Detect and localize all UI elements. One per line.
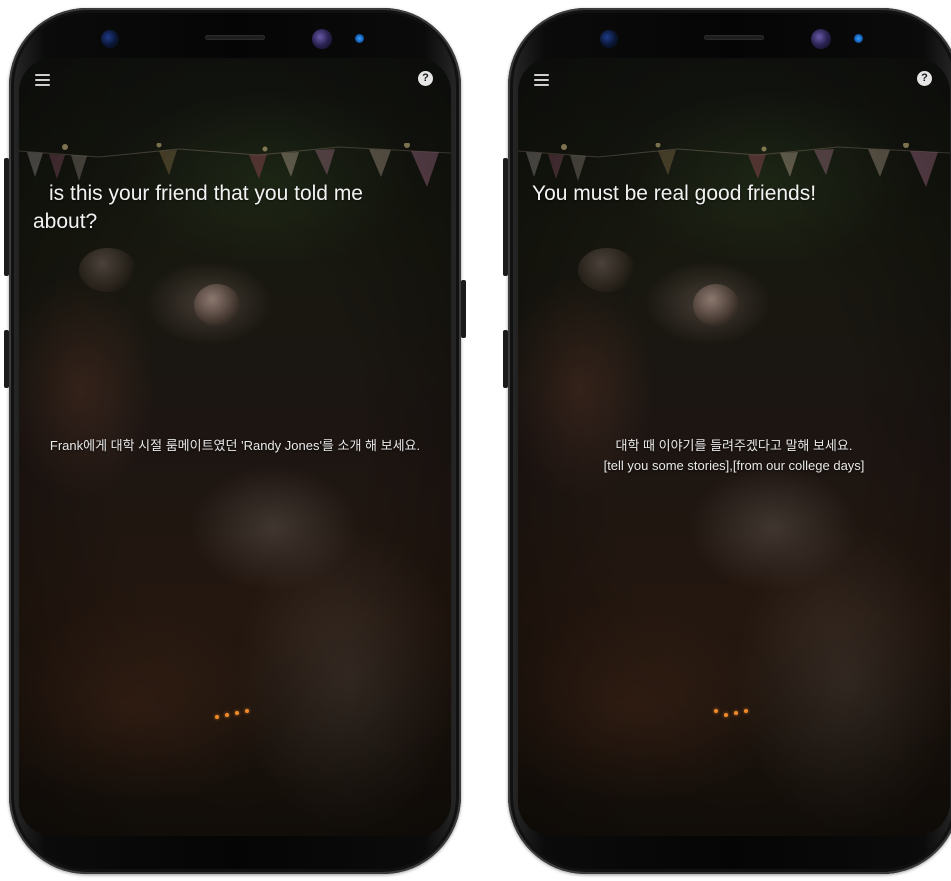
question-mark-icon[interactable]: ? <box>418 71 433 86</box>
earpiece-speaker <box>205 35 265 40</box>
paper-lantern <box>79 248 137 292</box>
ai-prompt-text: You must be real good friends! <box>532 182 817 205</box>
hamburger-menu-icon[interactable] <box>35 74 50 86</box>
front-camera <box>312 29 332 49</box>
proximity-sensor <box>101 30 119 48</box>
instruction-korean: 대학 때 이야기를 들려주겠다고 말해 보세요. <box>615 438 853 453</box>
app-screen: ? is this your friend that you told me a… <box>19 58 451 836</box>
loading-dot <box>734 711 738 715</box>
loading-dot <box>714 709 718 713</box>
volume-button <box>4 158 9 276</box>
ai-prompt-text: is this your friend that you told me abo… <box>33 182 363 233</box>
loading-dot <box>215 715 219 719</box>
loading-dot <box>744 709 748 713</box>
loading-dot <box>225 713 229 717</box>
proximity-sensor <box>600 30 618 48</box>
iris-sensor <box>854 34 863 43</box>
app-screen: ? You must be real good friends! 대학 때 이야… <box>518 58 950 836</box>
instruction-text: Frank에게 대학 시절 룸메이트였던 'Randy Jones'를 소개 해… <box>43 436 427 456</box>
phone-left: ? is this your friend that you told me a… <box>4 8 466 874</box>
instruction-hint: [tell you some stories],[from our colleg… <box>603 458 865 473</box>
bixby-button <box>503 330 508 388</box>
earpiece-speaker <box>704 35 764 40</box>
paper-lantern <box>693 284 739 326</box>
paper-lantern <box>578 248 636 292</box>
loading-dot <box>245 709 249 713</box>
iris-sensor <box>355 34 364 43</box>
power-button <box>461 280 466 338</box>
hamburger-menu-icon[interactable] <box>534 74 549 86</box>
instruction-text: 대학 때 이야기를 들려주겠다고 말해 보세요. [tell you some … <box>542 436 926 476</box>
loading-dot <box>724 713 728 717</box>
front-camera <box>811 29 831 49</box>
phone-mockup-comparison: ? is this your friend that you told me a… <box>0 0 951 881</box>
bixby-button <box>4 330 9 388</box>
instruction-korean: Frank에게 대학 시절 룸메이트였던 'Randy Jones'를 소개 해… <box>49 438 421 453</box>
volume-button <box>503 158 508 276</box>
phone-right: ? You must be real good friends! 대학 때 이야… <box>503 8 951 874</box>
question-mark-icon[interactable]: ? <box>917 71 932 86</box>
listening-indicator <box>710 708 758 720</box>
listening-indicator <box>211 708 259 720</box>
loading-dot <box>235 711 239 715</box>
paper-lantern <box>194 284 240 326</box>
